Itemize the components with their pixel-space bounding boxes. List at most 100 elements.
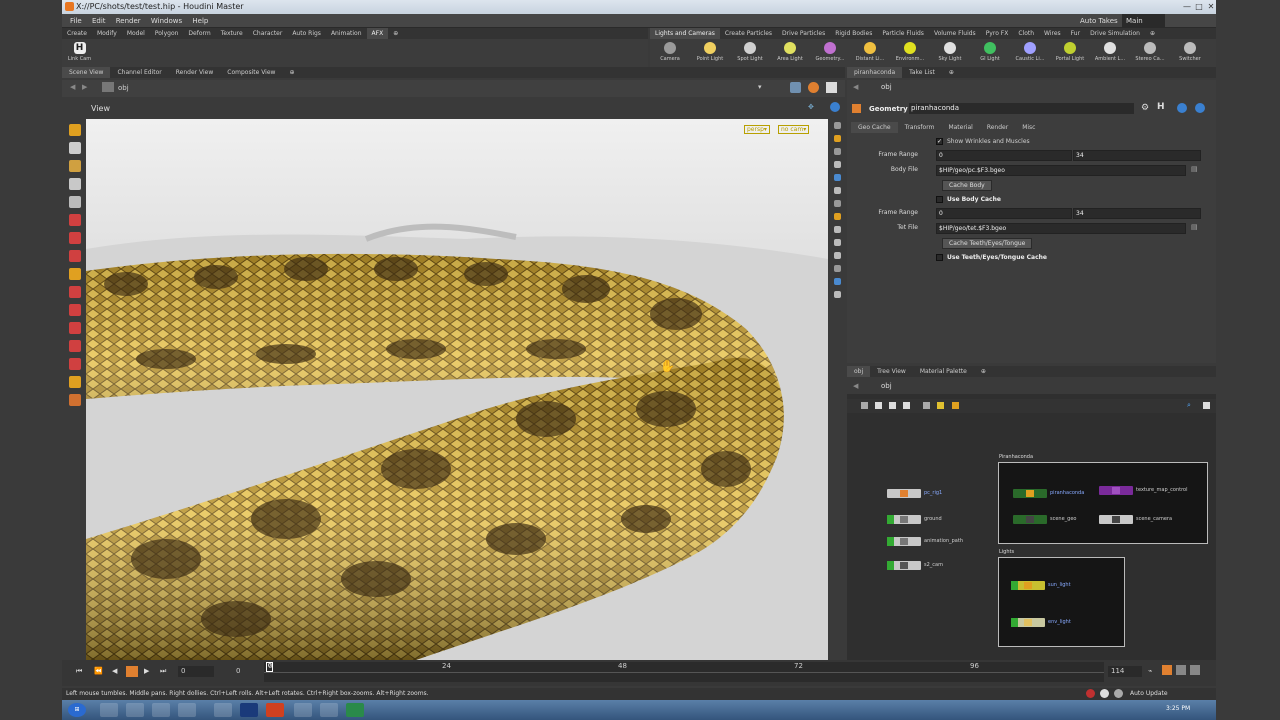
cache-icon[interactable] — [1114, 689, 1123, 698]
display-option-1-icon[interactable] — [833, 122, 841, 129]
frame-end-field[interactable]: 114 — [1108, 666, 1142, 677]
shelf-tab-modify[interactable]: Modify — [92, 28, 122, 39]
tab-transform[interactable]: Transform — [898, 122, 942, 133]
frame-all-icon[interactable] — [1203, 402, 1210, 409]
taskbar-app-3[interactable] — [152, 703, 170, 717]
perf-icon[interactable] — [1100, 689, 1109, 698]
body-file-field[interactable]: $HIP/geo/pc.$F3.bgeo — [936, 165, 1186, 176]
display-option-13-icon[interactable] — [833, 278, 841, 285]
display-option-14-icon[interactable] — [833, 291, 841, 298]
help-h-icon[interactable]: H — [1157, 102, 1165, 112]
forward-arrow-icon[interactable]: ▶ — [82, 83, 87, 91]
file-browse-icon[interactable]: ▤ — [1191, 223, 1198, 231]
camera-view-icon[interactable] — [790, 82, 801, 93]
display-option-10-icon[interactable] — [833, 239, 841, 246]
frame-start2-field[interactable]: 0 — [936, 208, 1072, 219]
add-shelf-icon[interactable]: ⊕ — [388, 28, 403, 39]
tab-render[interactable]: Render — [980, 122, 1015, 133]
shelf-tab-wires[interactable]: Wires — [1039, 28, 1066, 39]
start-button[interactable]: ⊞ — [68, 703, 86, 717]
bookmark-icon[interactable] — [952, 402, 959, 409]
shelf-tab-create-particles[interactable]: Create Particles — [720, 28, 777, 39]
network-box-lights[interactable]: Lights sun_light env_light — [998, 549, 1125, 647]
add-tab-icon[interactable]: ⊕ — [974, 366, 993, 377]
tree-mode-icon[interactable] — [875, 402, 882, 409]
paint-tool-icon[interactable] — [69, 322, 81, 334]
scene-viewport[interactable]: ✋ persp▾ no cam▾ — [86, 119, 828, 660]
shelf-tab-auto-rigs[interactable]: Auto Rigs — [287, 28, 326, 39]
shelf-tab-texture[interactable]: Texture — [216, 28, 248, 39]
clock[interactable]: 3:25 PM — [1166, 705, 1190, 712]
camera-persp-menu[interactable]: persp▾ — [744, 125, 770, 134]
brush-tool-icon[interactable] — [69, 304, 81, 316]
tab-material[interactable]: Material — [941, 122, 979, 133]
path-dropdown-icon[interactable]: ▾ — [758, 83, 762, 91]
realtime-icon[interactable] — [1176, 665, 1186, 675]
network-editor[interactable]: ◀ obj ⌕ pc_rig1 ground animation_path s2… — [847, 379, 1216, 660]
info-icon[interactable] — [830, 102, 840, 112]
update-mode-menu[interactable]: Auto Update — [1130, 690, 1168, 697]
zoom-icon[interactable]: ⌕ — [1187, 401, 1191, 410]
shelf-tab-cloth[interactable]: Cloth — [1013, 28, 1039, 39]
sculpt-tool-icon[interactable] — [69, 340, 81, 352]
tab-geo-cache[interactable]: Geo Cache — [851, 122, 898, 133]
tool-sky-light[interactable]: Sky Light — [930, 39, 970, 62]
menu-windows[interactable]: Windows — [151, 14, 182, 28]
snap-tool-icon[interactable] — [69, 268, 81, 280]
taskbar-app-4[interactable] — [178, 703, 196, 717]
cache-body-button[interactable]: Cache Body — [942, 180, 992, 191]
render-icon[interactable] — [808, 82, 819, 93]
display-options-icon[interactable] — [826, 82, 837, 93]
display-option-3-icon[interactable] — [833, 148, 841, 155]
menu-edit[interactable]: Edit — [92, 14, 106, 28]
taskbar-app-6[interactable] — [240, 703, 258, 717]
display-option-11-icon[interactable] — [833, 252, 841, 259]
maximize-button[interactable]: □ — [1194, 1, 1204, 12]
shelf-tab-drive-simulation[interactable]: Drive Simulation — [1085, 28, 1145, 39]
param-path[interactable]: obj — [881, 83, 892, 91]
playbar-options-icon[interactable] — [1190, 665, 1200, 675]
shelf-tab-volume-fluids[interactable]: Volume Fluids — [929, 28, 981, 39]
tab-misc[interactable]: Misc — [1015, 122, 1042, 133]
tab-take-list[interactable]: Take List — [902, 67, 942, 78]
tool-spot-light[interactable]: Spot Light — [730, 39, 770, 62]
list-mode-icon[interactable] — [861, 402, 868, 409]
select-tool-icon[interactable] — [69, 124, 81, 136]
tool-link-cam[interactable]: H Link Cam — [62, 39, 97, 62]
desktop-selector[interactable]: Main — [1122, 14, 1165, 28]
timeline-bar[interactable]: 0 24 48 72 96 0 — [264, 662, 1104, 682]
cache-teeth-button[interactable]: Cache Teeth/Eyes/Tongue — [942, 238, 1033, 249]
frame-start-field-2[interactable]: 0 — [236, 667, 240, 675]
magnet-tool-icon[interactable] — [69, 286, 81, 298]
tet-file-field[interactable]: $HIP/geo/tet.$F3.bgeo — [936, 223, 1186, 234]
tab-composite-view[interactable]: Composite View — [220, 67, 282, 78]
tab-obj[interactable]: obj — [847, 366, 871, 377]
close-button[interactable]: ✕ — [1206, 1, 1216, 12]
layout-icon[interactable] — [903, 402, 910, 409]
info-icon[interactable] — [1177, 103, 1187, 113]
shelf-tab-character[interactable]: Character — [248, 28, 288, 39]
tool-geometry-light[interactable]: Geometry... — [810, 39, 850, 62]
add-tab-icon[interactable]: ⊕ — [282, 67, 301, 78]
add-shelf-icon[interactable]: ⊕ — [1145, 28, 1160, 39]
network-box-piranhaconda[interactable]: Piranhaconda piranhaconda texture_map_co… — [998, 454, 1208, 544]
tool-caustic-light[interactable]: Caustic Li... — [1010, 39, 1050, 62]
tab-channel-editor[interactable]: Channel Editor — [110, 67, 168, 78]
display-option-8-icon[interactable] — [833, 213, 841, 220]
gear-icon[interactable]: ⚙ — [1141, 103, 1149, 113]
back-arrow-icon[interactable]: ◀ — [853, 83, 858, 91]
step-back-icon[interactable]: ⏪ — [94, 667, 103, 675]
tool-distant-light[interactable]: Distant Li... — [850, 39, 890, 62]
add-tab-icon[interactable]: ⊕ — [942, 67, 961, 78]
display-option-12-icon[interactable] — [833, 265, 841, 272]
view-tools-icon[interactable]: ✥ — [808, 103, 814, 111]
tool-stereo-camera[interactable]: Stereo Ca... — [1130, 39, 1170, 62]
menu-render[interactable]: Render — [116, 14, 141, 28]
play-icon[interactable]: ▶ — [144, 667, 149, 675]
tool-gi-light[interactable]: GI Light — [970, 39, 1010, 62]
tool-environment-light[interactable]: Environm... — [890, 39, 930, 62]
cog-tool-icon[interactable] — [69, 376, 81, 388]
tool-ambient-light[interactable]: Ambient L... — [1090, 39, 1130, 62]
tab-scene-view[interactable]: Scene View — [62, 67, 111, 78]
menu-file[interactable]: File — [70, 14, 82, 28]
